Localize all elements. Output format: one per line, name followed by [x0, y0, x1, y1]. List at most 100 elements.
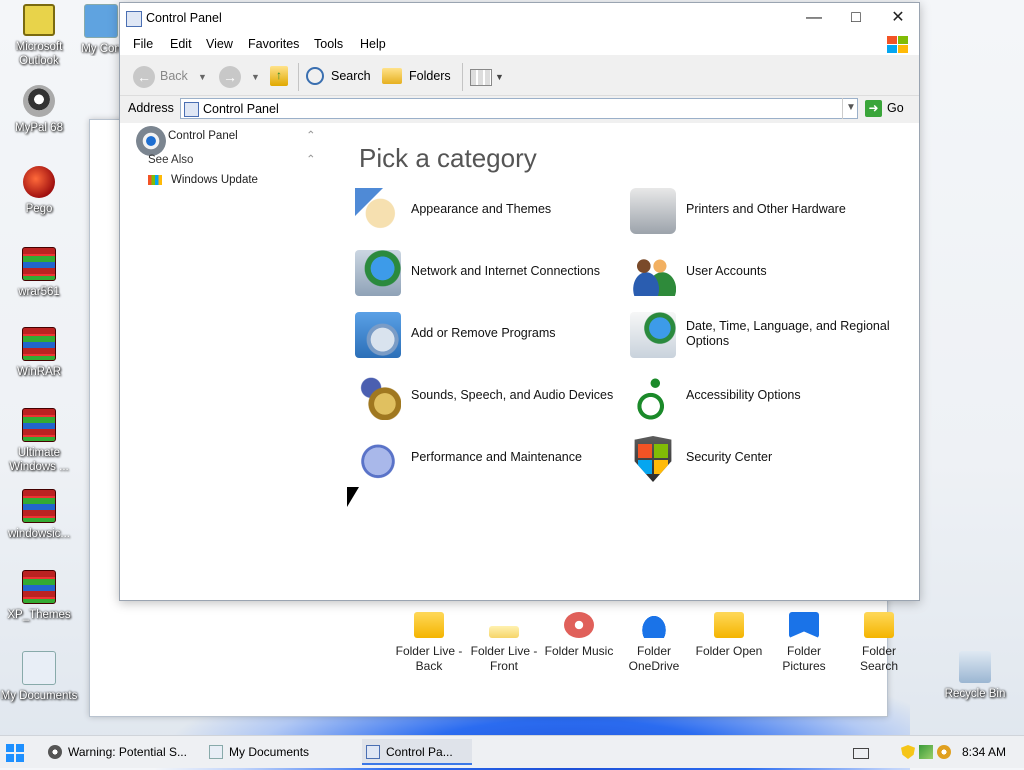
go-arrow-icon[interactable]: ➜ [865, 100, 882, 117]
folder-music[interactable]: Folder Music [542, 612, 616, 659]
toolbar-separator [298, 63, 299, 91]
desktop-icon-wrar561[interactable]: wrar561 [0, 247, 78, 299]
folder-pictures[interactable]: Folder Pictures [767, 612, 841, 674]
task-label: Warning: Potential S... [68, 745, 187, 759]
desktop-icon-recycle-bin[interactable]: Recycle Bin [936, 651, 1014, 701]
task-my-documents[interactable]: My Documents [205, 739, 355, 765]
category-sounds[interactable]: Sounds, Speech, and Audio Devices [355, 372, 615, 422]
views-icon[interactable] [470, 69, 492, 86]
category-network[interactable]: Network and Internet Connections [355, 248, 615, 298]
gear-icon [136, 126, 166, 156]
folder-search[interactable]: Folder Search [842, 612, 916, 674]
views-dropdown-icon[interactable]: ▼ [495, 72, 504, 82]
folder-search-icon [864, 612, 894, 638]
printer-icon [630, 188, 676, 234]
documents-icon [209, 745, 223, 759]
forward-arrow-icon[interactable]: → [219, 66, 241, 88]
category-user-accounts[interactable]: User Accounts [630, 248, 890, 298]
category-printers[interactable]: Printers and Other Hardware [630, 186, 890, 236]
music-icon [564, 612, 594, 638]
back-dropdown-icon[interactable]: ▼ [198, 72, 207, 82]
content-area: Control Panel ⌃ See Also ⌃ Windows Updat… [120, 123, 919, 600]
folder-open[interactable]: Folder Open [692, 612, 766, 659]
tray-app-icon[interactable] [937, 745, 951, 759]
clock[interactable]: 8:34 AM [962, 745, 1006, 759]
address-input[interactable]: Control Panel [180, 98, 858, 119]
search-icon[interactable] [306, 67, 324, 85]
go-button[interactable]: Go [887, 101, 904, 115]
programs-icon [355, 312, 401, 358]
desktop-icon-xp-themes[interactable]: XP_Themes [0, 570, 78, 622]
menu-file[interactable]: File [133, 37, 153, 51]
desktop-icon-ultimate-windows[interactable]: Ultimate Windows ... [0, 408, 78, 474]
desktop-icon-pego[interactable]: Pego [0, 166, 78, 216]
page-title: Pick a category [359, 143, 537, 173]
back-button[interactable]: Back [160, 69, 188, 83]
menu-view[interactable]: View [206, 37, 233, 51]
folder-label: Folder Pictures [782, 644, 826, 673]
folder-open-icon [714, 612, 744, 638]
desktop-icon-my-documents[interactable]: My Documents [0, 651, 78, 703]
onedrive-icon [639, 612, 669, 638]
back-arrow-icon[interactable]: ← [133, 66, 155, 88]
network-tray-icon[interactable] [919, 745, 933, 759]
up-folder-icon[interactable]: ↑ [270, 66, 288, 86]
toolbar: ← Back ▼ → ▼ ↑ Search Folders ▼ [120, 57, 919, 96]
category-accessibility[interactable]: Accessibility Options [630, 372, 890, 422]
category-label: Add or Remove Programs [411, 326, 556, 340]
address-dropdown-icon[interactable]: ▼ [842, 98, 859, 119]
category-label: Printers and Other Hardware [686, 202, 846, 216]
task-warning[interactable]: Warning: Potential S... [44, 739, 194, 765]
folders-button[interactable]: Folders [409, 69, 451, 83]
desktop-icon-winrar[interactable]: WinRAR [0, 327, 78, 379]
desktop-icon-outlook[interactable]: Microsoft Outlook [0, 4, 78, 68]
datetime-icon [630, 312, 676, 358]
mypal-icon [23, 85, 55, 117]
category-date-time-language[interactable]: Date, Time, Language, and Regional Optio… [630, 310, 890, 360]
category-performance[interactable]: Performance and Maintenance [355, 434, 615, 484]
category-appearance-themes[interactable]: Appearance and Themes [355, 186, 615, 236]
start-button[interactable] [6, 744, 24, 762]
forward-dropdown-icon[interactable]: ▼ [251, 72, 260, 82]
accessibility-icon [630, 374, 676, 420]
see-also-heading: See Also [148, 154, 194, 166]
folder-live-front[interactable]: Folder Live - Front [467, 612, 541, 674]
category-security-center[interactable]: Security Center [630, 434, 890, 484]
desktop-icon-label: Ultimate Windows ... [9, 447, 69, 473]
windows-update-link[interactable]: Windows Update [171, 174, 258, 186]
winrar-icon [22, 247, 56, 281]
control-panel-window[interactable]: Control Panel — □ ✕ File Edit View Favor… [119, 2, 920, 601]
task-label: My Documents [229, 745, 310, 759]
desktop-icon-my-computer[interactable]: My Con [78, 4, 124, 56]
control-panel-icon [184, 102, 199, 117]
desktop-icon-mypal[interactable]: MyPal 68 [0, 85, 78, 135]
folders-icon[interactable] [382, 68, 402, 84]
folder-live-back[interactable]: Folder Live - Back [392, 612, 466, 674]
search-button[interactable]: Search [331, 69, 371, 83]
menu-favorites[interactable]: Favorites [248, 37, 299, 51]
folder-onedrive[interactable]: Folder OneDrive [617, 612, 691, 674]
folder-label: Folder Music [544, 644, 614, 658]
menu-edit[interactable]: Edit [170, 37, 192, 51]
window-title: Control Panel [146, 11, 222, 25]
title-bar[interactable]: Control Panel — □ ✕ [120, 3, 919, 33]
collapse-chevron-icon[interactable]: ⌃ [306, 128, 316, 142]
recycle-bin-icon [959, 651, 991, 683]
collapse-chevron-icon[interactable]: ⌃ [306, 152, 316, 166]
desktop-icon-windowsic[interactable]: windowsic... [0, 489, 78, 541]
computer-icon [84, 4, 118, 38]
performance-icon [355, 436, 401, 482]
menu-help[interactable]: Help [360, 37, 386, 51]
menu-tools[interactable]: Tools [314, 37, 343, 51]
category-label: Performance and Maintenance [411, 450, 582, 464]
task-control-panel[interactable]: Control Pa... [362, 739, 472, 765]
maximize-button[interactable]: □ [835, 3, 877, 33]
folder-grid: Folder Live - Back Folder Live - Front F… [390, 600, 898, 714]
category-label: User Accounts [686, 264, 767, 278]
close-button[interactable]: ✕ [877, 3, 919, 33]
keyboard-icon[interactable] [853, 748, 869, 759]
address-label: Address [128, 101, 174, 115]
security-shield-icon[interactable] [901, 745, 915, 759]
category-add-remove-programs[interactable]: Add or Remove Programs [355, 310, 615, 360]
minimize-button[interactable]: — [793, 3, 835, 33]
